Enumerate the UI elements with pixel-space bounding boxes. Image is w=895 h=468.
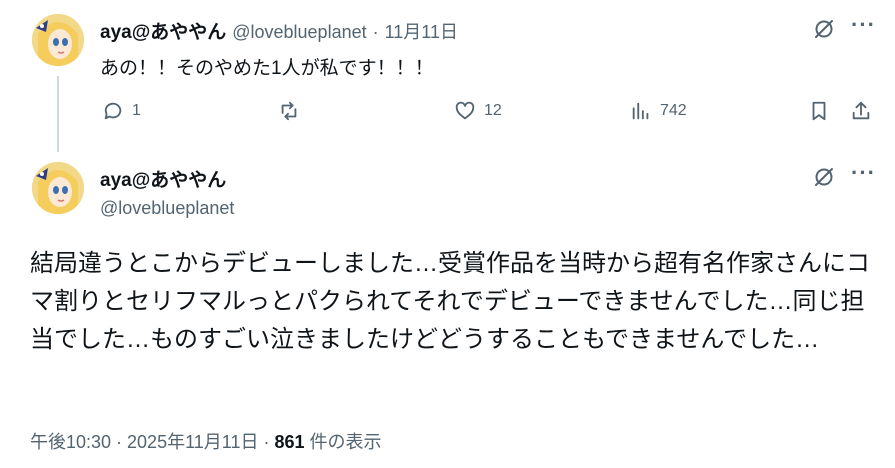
more-icon[interactable]: ··· — [851, 160, 876, 186]
like-icon — [455, 101, 475, 120]
share-icon — [852, 101, 870, 120]
avatar[interactable] — [32, 162, 84, 214]
handle[interactable]: @loveblueplanet — [232, 22, 366, 43]
handle[interactable]: @loveblueplanet — [100, 198, 234, 219]
like-count: 12 — [484, 102, 502, 119]
views-label: 件の表示 — [304, 432, 382, 452]
reply-header: aya@あややん @loveblueplanet · 11月11日 — [100, 17, 458, 44]
views-count: 742 — [660, 102, 687, 119]
avatar[interactable] — [32, 14, 84, 66]
display-name[interactable]: aya@あややん — [100, 17, 226, 44]
reply-text: あの！！そのやめた1人が私です！！！ — [100, 58, 434, 79]
tweet-text: 結局違うとこからデビューしました…受賞作品を当時から超有名作家さんにコマ割りとセ… — [30, 250, 870, 353]
grok-icon[interactable] — [812, 17, 836, 46]
bookmark-button[interactable] — [808, 100, 830, 122]
display-name[interactable]: aya@あややん — [100, 165, 226, 192]
repost-button[interactable] — [278, 100, 300, 122]
reply-count: 1 — [132, 102, 141, 119]
repost-icon — [281, 101, 297, 121]
separator: · — [372, 22, 379, 42]
thread-line — [57, 76, 59, 152]
views-count: 861 — [274, 432, 305, 452]
reply-icon — [104, 102, 122, 120]
grok-icon[interactable] — [812, 165, 836, 194]
date[interactable]: 11月11日 — [385, 18, 458, 44]
bookmark-icon — [812, 101, 826, 121]
more-icon[interactable]: ··· — [851, 12, 876, 38]
like-button[interactable]: 12 — [454, 100, 502, 122]
reply-button[interactable]: 1 — [102, 100, 141, 122]
views-button[interactable]: 742 — [630, 100, 687, 122]
tweet-meta: 午後10:30 · 2025年11月11日 · 861 件の表示 — [30, 428, 382, 454]
views-icon — [632, 102, 649, 120]
timestamp[interactable]: 午後10:30 · 2025年11月11日 · — [30, 432, 274, 452]
share-button[interactable] — [850, 100, 872, 122]
